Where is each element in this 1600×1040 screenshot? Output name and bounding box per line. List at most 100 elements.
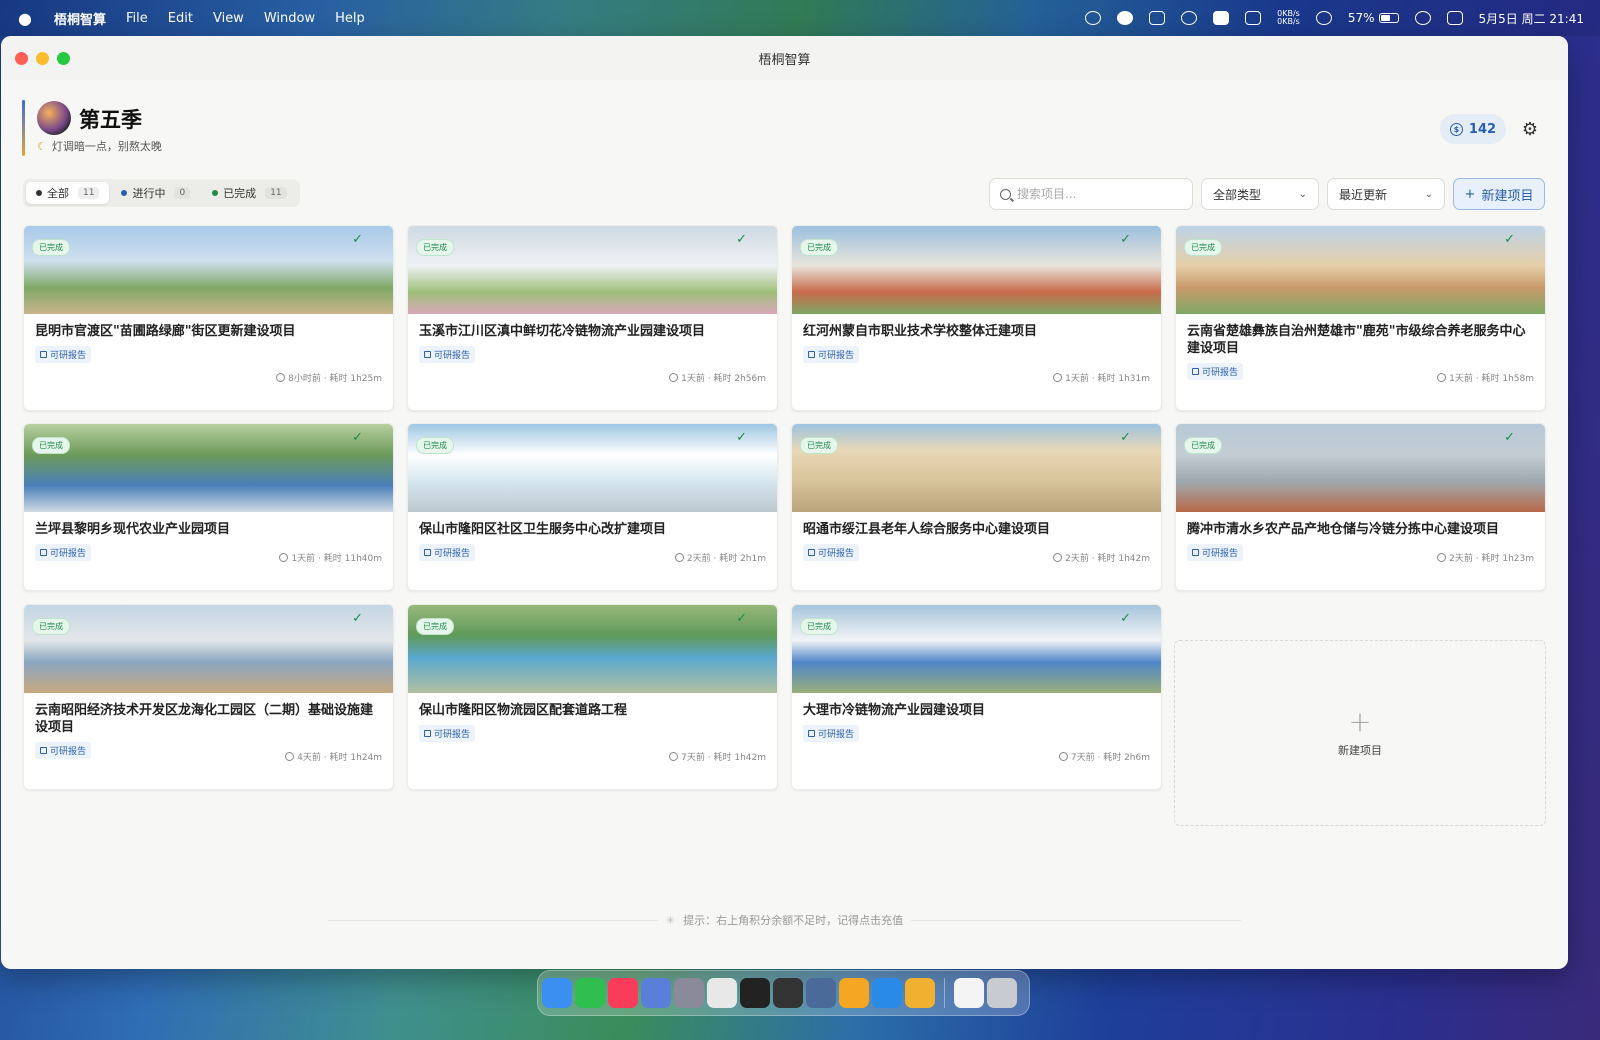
project-thumbnail: 已完成 ✓ [24,226,393,314]
project-meta: 1天前 · 耗时 2h56m [669,371,766,384]
tab-in-progress[interactable]: 进行中 0 [111,182,200,204]
tab-completed-count: 11 [265,187,287,199]
p-app-icon[interactable] [1117,11,1134,25]
search-input[interactable] [1017,187,1177,201]
hint-text: 提示：右上角积分余额不足时，记得点击充值 [683,914,904,927]
menu-window[interactable]: Window [264,11,315,26]
clipboard-icon[interactable] [1149,11,1166,25]
project-card[interactable]: 已完成 ✓ 云南昭阳经济技术开发区龙海化工园区（二期）基础设施建设项目 可研报告… [23,604,394,790]
clock[interactable]: 5月5日 周二 21:41 [1479,10,1584,27]
profile-subtitle-text: 灯调暗一点，别熬太晚 [51,140,162,153]
browser-icon[interactable] [872,978,902,1008]
close-button[interactable] [15,52,28,65]
accent-bar [22,100,25,156]
launchpad-icon[interactable] [641,978,671,1008]
editor-icon[interactable] [773,978,803,1008]
minimize-button[interactable] [36,52,49,65]
check-icon: ✓ [1504,232,1515,247]
apple-icon[interactable]: ● [18,9,34,28]
network-speed: 0KB/s 0KB/s [1277,10,1300,26]
cloud-icon[interactable] [1085,11,1102,25]
spotlight-icon[interactable] [1414,11,1431,25]
sort-select[interactable]: 最近更新 ⌄ [1327,178,1445,210]
tab-completed-label: 已完成 [223,187,257,200]
finder-icon[interactable] [542,978,572,1008]
new-project-card[interactable]: + 新建项目 [1174,640,1546,826]
project-tag: 可研报告 [35,742,92,759]
disk-icon[interactable] [806,978,836,1008]
project-tag-label: 可研报告 [50,351,87,361]
wechat-menubar-icon[interactable] [1181,11,1198,25]
project-tag-label: 可研报告 [818,549,855,559]
avatar[interactable] [37,101,71,135]
project-card[interactable]: 已完成 ✓ 红河州蒙自市职业技术学校整体迁建项目 可研报告 1天前 · 耗时 1… [791,225,1162,411]
project-meta: 4天前 · 耗时 1h24m [285,750,382,763]
tab-all-dot [36,190,42,196]
project-card[interactable]: 已完成 ✓ 昆明市官渡区"苗圃路绿廊"街区更新建设项目 可研报告 8小时前 · … [23,225,394,411]
project-card[interactable]: 已完成 ✓ 腾冲市清水乡农产品产地仓储与冷链分拣中心建设项目 可研报告 2天前 … [1175,423,1546,591]
project-meta-text: 1天前 · 耗时 2h56m [681,374,766,384]
project-meta: 7天前 · 耗时 2h6m [1058,750,1150,763]
project-thumbnail: 已完成 ✓ [792,424,1161,512]
status-badge: 已完成 [416,437,454,454]
type-filter-select[interactable]: 全部类型 ⌄ [1201,178,1319,210]
battery[interactable]: 57% [1348,11,1399,25]
tab-completed[interactable]: 已完成 11 [202,182,296,204]
project-card[interactable]: 已完成 ✓ 昭通市绥江县老年人综合服务中心建设项目 可研报告 2天前 · 耗时 … [791,423,1162,591]
wechat-icon[interactable] [575,978,605,1008]
status-badge: 已完成 [416,618,454,635]
m-app-icon[interactable] [1245,11,1262,25]
project-card[interactable]: 已完成 ✓ 大理市冷链物流产业园建设项目 可研报告 7天前 · 耗时 2h6m [791,604,1162,790]
project-title: 腾冲市清水乡农产品产地仓储与冷链分拣中心建设项目 [1187,522,1500,537]
plus-icon: + [1348,705,1372,738]
project-card[interactable]: 已完成 ✓ 保山市隆阳区社区卫生服务中心改扩建项目 可研报告 2天前 · 耗时 … [407,423,778,591]
status-badge: 已完成 [800,239,838,256]
clock-icon [1053,373,1063,382]
menu-file[interactable]: File [126,11,148,26]
search-box[interactable] [989,178,1193,210]
document-icon [1192,368,1199,375]
status-badge: 已完成 [800,618,838,635]
project-title: 红河州蒙自市职业技术学校整体迁建项目 [803,324,1038,339]
project-tag: 可研报告 [419,544,476,561]
clock-icon [1437,553,1447,562]
input-method-icon[interactable] [1213,11,1230,25]
trash-icon[interactable] [987,978,1017,1008]
project-card[interactable]: 已完成 ✓ 玉溪市江川区滇中鲜切花冷链物流产业园建设项目 可研报告 1天前 · … [407,225,778,411]
project-card[interactable]: 已完成 ✓ 云南省楚雄彝族自治州楚雄市"鹿苑"市级综合养老服务中心建设项目 可研… [1175,225,1546,411]
wifi-icon[interactable] [1315,11,1332,25]
tab-all[interactable]: 全部 11 [26,182,110,204]
status-badge: 已完成 [32,239,70,256]
document-icon [424,549,431,556]
clock-icon [276,373,286,382]
music-icon[interactable] [608,978,638,1008]
project-title: 昆明市官渡区"苗圃路绿廊"街区更新建设项目 [35,324,296,339]
control-center-icon[interactable] [1446,11,1463,25]
chrome-icon[interactable] [707,978,737,1008]
check-icon: ✓ [352,232,363,247]
project-title: 大理市冷链物流产业园建设项目 [803,703,986,718]
tab-all-count: 11 [78,187,100,199]
settings-gear-icon[interactable]: ⚙ [1520,119,1540,140]
menu-view[interactable]: View [213,11,244,26]
dock-separator [944,978,945,1008]
new-project-button[interactable]: + 新建项目 [1453,178,1545,210]
credits-button[interactable]: $ 142 [1440,114,1506,144]
footer-hint: ✳ 提示：右上角积分余额不足时，记得点击充值 [1,912,1568,928]
settings-icon[interactable] [674,978,704,1008]
menu-edit[interactable]: Edit [168,11,193,26]
coin-icon: $ [1449,122,1463,136]
document-icon[interactable] [954,978,984,1008]
check-icon: ✓ [736,232,747,247]
project-card[interactable]: 已完成 ✓ 兰坪县黎明乡现代农业产业园项目 可研报告 1天前 · 耗时 11h4… [23,423,394,591]
app-icon[interactable] [905,978,935,1008]
project-card[interactable]: 已完成 ✓ 保山市隆阳区物流园区配套道路工程 可研报告 7天前 · 耗时 1h4… [407,604,778,790]
fullscreen-button[interactable] [57,52,70,65]
clock-icon [1058,752,1068,761]
menu-app-name[interactable]: 梧桐智算 [54,9,106,28]
new-project-card-label: 新建项目 [1338,744,1382,757]
terminal-icon[interactable] [740,978,770,1008]
menu-help[interactable]: Help [335,11,365,26]
project-thumbnail: 已完成 ✓ [792,605,1161,693]
pages-icon[interactable] [839,978,869,1008]
